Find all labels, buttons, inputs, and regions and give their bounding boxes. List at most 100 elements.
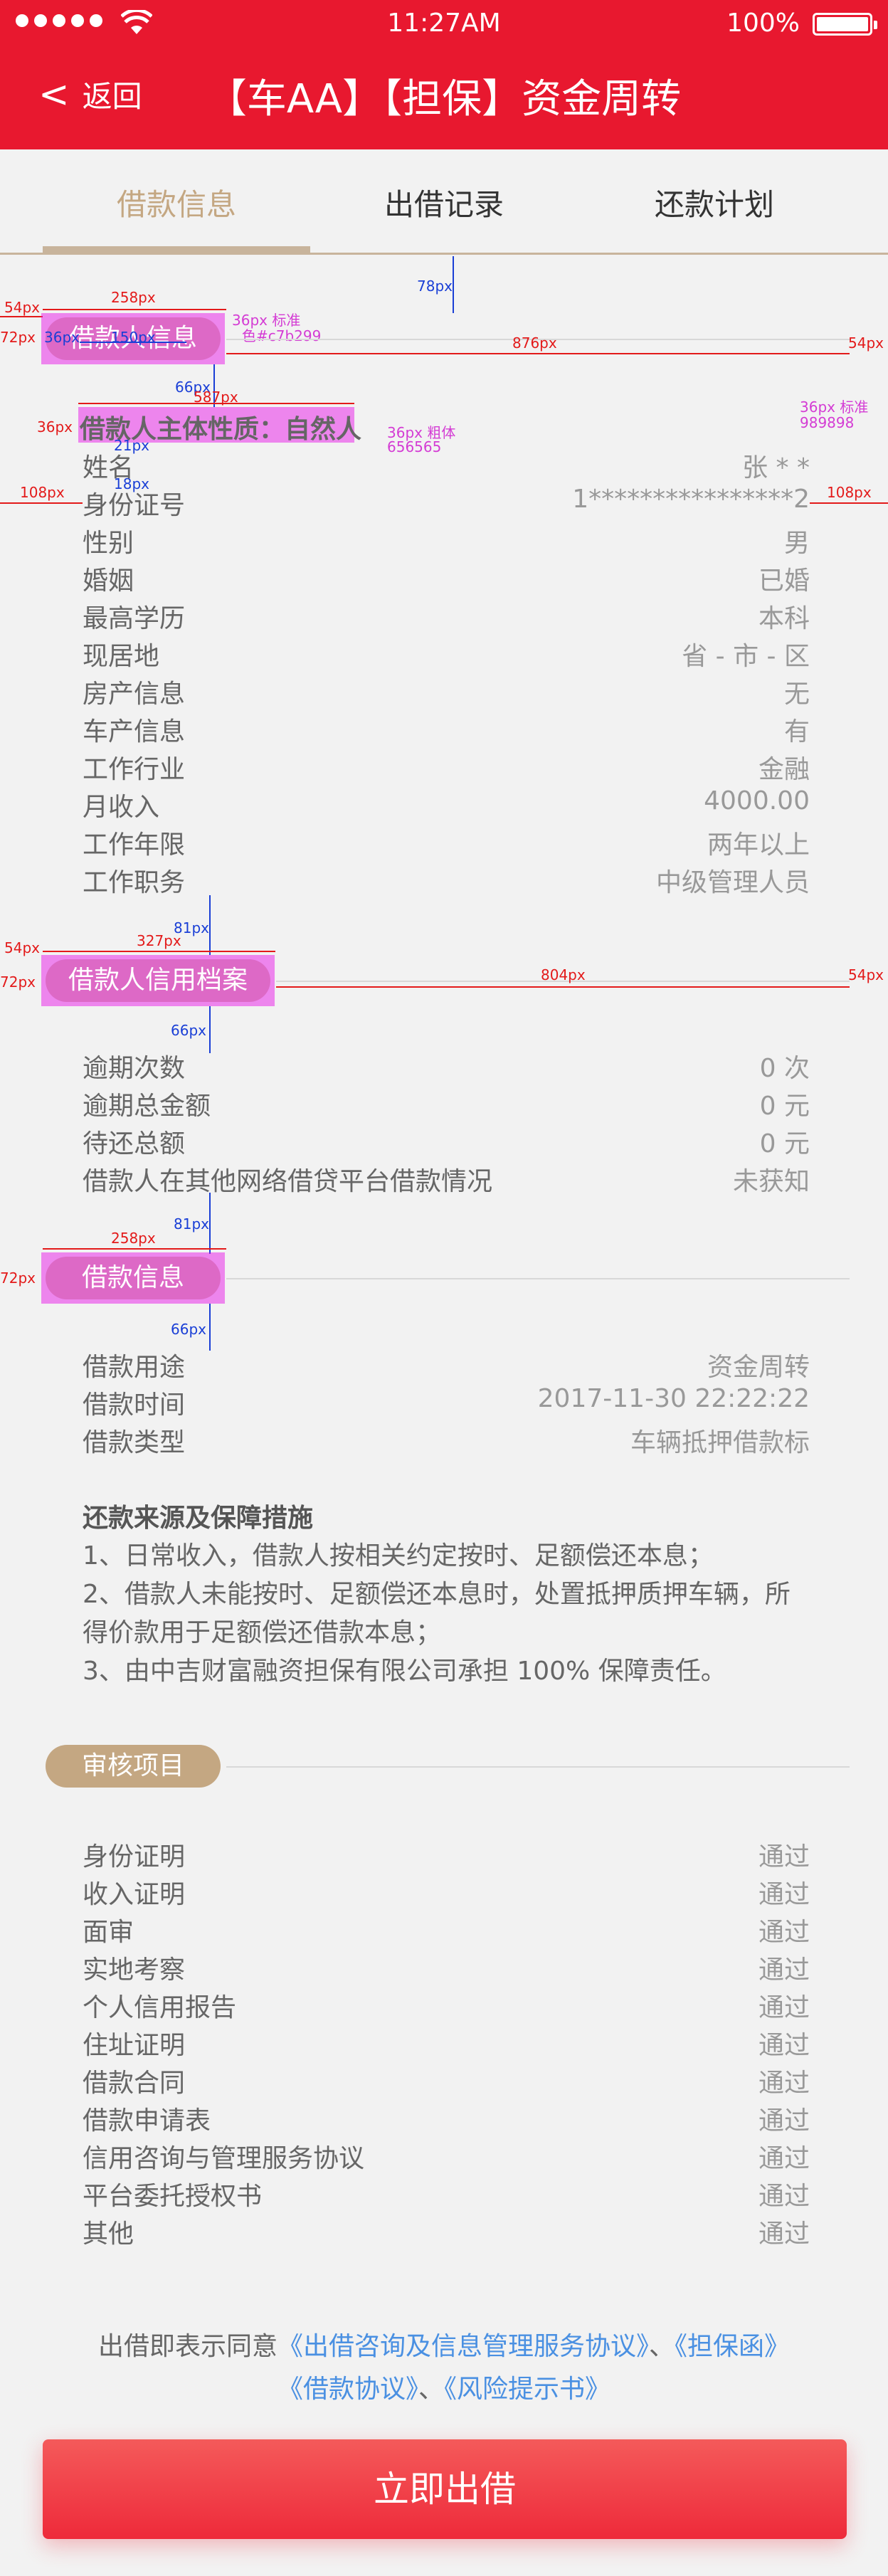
row-value: 通过: [758, 1955, 810, 1985]
info-row: 逾期总金额 0 元: [83, 1085, 810, 1123]
lend-now-button[interactable]: 立即出借: [43, 2439, 847, 2539]
info-row: 房产信息 无: [83, 673, 810, 711]
annotation-line: [209, 1193, 211, 1254]
row-value: 0 次: [759, 1054, 810, 1083]
audit-row: 借款申请表 通过: [83, 2100, 810, 2138]
audit-row: 身份证明 通过: [83, 1836, 810, 1874]
row-value: 车辆抵押借款标: [630, 1428, 810, 1457]
info-row: 性别 男: [83, 522, 810, 560]
row-label: 其他: [83, 2219, 134, 2249]
info-row: 姓名 张 * *: [83, 447, 810, 485]
row-label: 身份证明: [83, 1842, 186, 1872]
nav-bar: < 返回 【车AA】【担保】资金周转: [0, 47, 888, 149]
tab-repayment-plan[interactable]: 还款计划: [566, 181, 862, 224]
row-label: 工作行业: [83, 755, 186, 784]
info-row: 借款类型 车辆抵押借款标: [83, 1422, 810, 1459]
row-value: 通过: [758, 1993, 810, 2022]
agreement-link-service[interactable]: 《出借咨询及信息管理服务协议》: [278, 2332, 649, 2361]
row-value: 通过: [758, 2031, 810, 2060]
row-value: 有: [783, 717, 810, 746]
row-value: 通过: [758, 2106, 810, 2136]
row-label: 现居地: [83, 642, 160, 671]
active-tab-indicator: [43, 246, 310, 253]
info-row: 身份证号 1****************2: [83, 485, 810, 522]
row-value: 1****************2: [572, 485, 810, 514]
agreement-link-guarantee[interactable]: 《担保函》: [675, 2332, 790, 2361]
audit-row: 收入证明 通过: [83, 1874, 810, 1911]
annotation: 72px: [0, 329, 36, 346]
page-title: 【车AA】【担保】资金周转: [206, 76, 682, 122]
row-value: 男: [783, 529, 810, 558]
section-pill-loan: 借款信息: [46, 1257, 221, 1299]
annotation: 81px: [174, 1215, 209, 1232]
section-pill-credit: 借款人信用档案: [46, 959, 270, 1002]
row-label: 住址证明: [83, 2031, 186, 2060]
annotation-line: [810, 502, 888, 504]
annotation-line: [209, 895, 211, 955]
annotation-line: [226, 353, 850, 354]
row-label: 性别: [83, 529, 134, 558]
info-row: 工作年限 两年以上: [83, 824, 810, 862]
separator: 、: [418, 2375, 444, 2404]
info-row: 最高学历 本科: [83, 598, 810, 635]
annotation: 36px: [37, 418, 73, 436]
agreement-prefix: 出借即表示同意: [97, 2332, 278, 2361]
annotation-line: [209, 1304, 211, 1351]
row-label: 借款合同: [83, 2069, 186, 2098]
tab-loan-info[interactable]: 借款信息: [28, 181, 324, 224]
status-bar: 11:27AM 100%: [0, 0, 888, 47]
section-divider: [226, 1766, 850, 1768]
audit-row: 平台委托授权书 通过: [83, 2175, 810, 2213]
row-label: 面审: [83, 1918, 134, 1947]
audit-row: 面审 通过: [83, 1911, 810, 1949]
annotation: 78px: [417, 278, 453, 295]
annotation: 72px: [0, 1269, 36, 1287]
agreement-link-loan[interactable]: 《借款协议》: [278, 2375, 418, 2404]
info-row: 借款人在其他网络借贷平台借款情况 未获知: [83, 1161, 810, 1198]
annotation: 36px 标准: [800, 398, 869, 416]
audit-row: 住址证明 通过: [83, 2025, 810, 2062]
info-row: 待还总额 0 元: [83, 1123, 810, 1161]
audit-row: 借款合同 通过: [83, 2062, 810, 2100]
repayment-text: 1、日常收入，借款人按相关约定按时、足额偿还本息； 2、借款人未能按时、足额偿还…: [83, 1537, 808, 1691]
annotation: 66px: [171, 1022, 206, 1039]
annotation: 54px: [848, 966, 884, 983]
tab-lending-records[interactable]: 出借记录: [296, 181, 592, 224]
annotation-line: [43, 309, 226, 310]
row-value: 通过: [758, 1880, 810, 1909]
row-label: 逾期次数: [83, 1054, 186, 1083]
row-label: 借款申请表: [83, 2106, 211, 2136]
row-label: 待还总额: [83, 1129, 186, 1158]
agreement-link-risk[interactable]: 《风险提示书》: [444, 2375, 610, 2404]
row-value: 已婚: [758, 566, 810, 596]
annotation: 54px: [4, 299, 40, 316]
tab-bar: 借款信息 出借记录 还款计划: [0, 149, 888, 255]
annotation-line: [80, 342, 186, 343]
annotation: 804px: [541, 966, 586, 983]
annotation: 108px: [827, 484, 872, 501]
annotation-line: [78, 403, 354, 404]
annotation: 150px: [111, 329, 156, 346]
row-label: 婚姻: [83, 566, 134, 596]
annotation: 108px: [20, 484, 65, 501]
annotation: 36px: [44, 329, 80, 346]
row-value: 无: [783, 680, 810, 709]
row-value: 0 元: [759, 1129, 810, 1158]
annotation: 66px: [171, 1321, 206, 1338]
annotation: 876px: [512, 334, 557, 352]
row-value: 通过: [758, 2219, 810, 2249]
row-label: 逾期总金额: [83, 1092, 211, 1121]
row-value: 两年以上: [707, 830, 810, 860]
audit-row: 其他 通过: [83, 2213, 810, 2251]
row-value: 通过: [758, 2069, 810, 2098]
battery-icon: [813, 13, 877, 36]
annotation-line: [209, 1006, 211, 1053]
section-divider: [226, 1278, 850, 1279]
row-label: 借款人在其他网络借贷平台借款情况: [83, 1167, 493, 1196]
row-value: 通过: [758, 2182, 810, 2211]
info-row: 车产信息 有: [83, 711, 810, 749]
separator: 、: [649, 2332, 675, 2361]
repayment-item: 3、由中吉财富融资担保有限公司承担 100% 保障责任。: [83, 1657, 726, 1686]
row-value: 未获知: [732, 1167, 810, 1196]
info-row: 婚姻 已婚: [83, 560, 810, 598]
